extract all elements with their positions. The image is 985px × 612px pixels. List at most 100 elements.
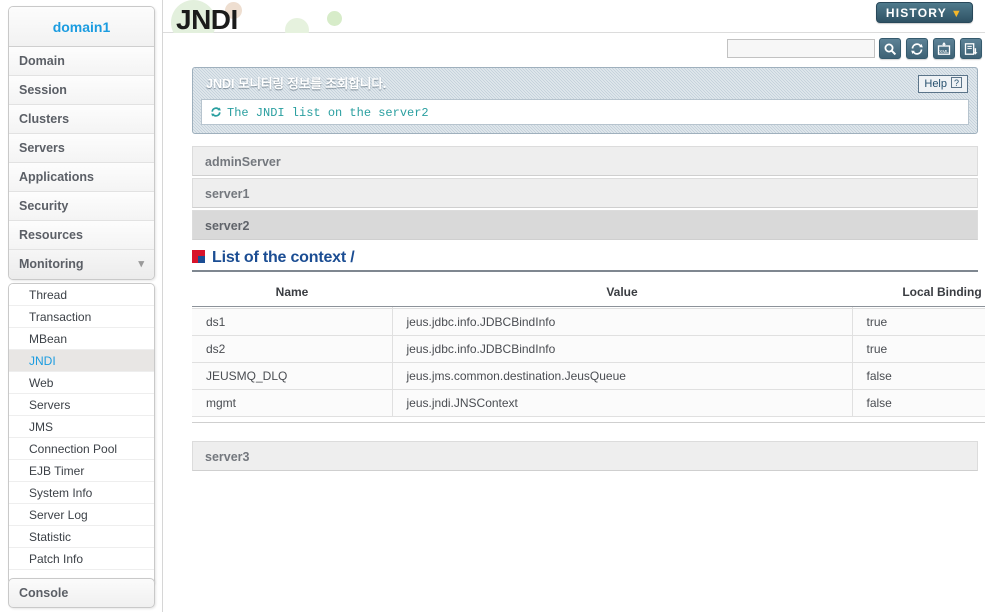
sidebar-subitem-transaction[interactable]: Transaction	[9, 306, 154, 328]
sidebar-item-label: Servers	[19, 141, 65, 155]
section-header-container: List of the context /	[192, 244, 978, 272]
cell-value: jeus.jdbc.info.JDBCBindInfo	[392, 335, 853, 363]
banner-title: JNDI 모니터링 정보를 조회합니다.	[206, 77, 387, 91]
server-row-label: adminServer	[205, 155, 281, 169]
export-button[interactable]	[960, 38, 982, 59]
sidebar-item-label: Applications	[19, 170, 95, 184]
search-input[interactable]	[727, 39, 875, 58]
help-button-label: Help	[924, 78, 947, 90]
table-row[interactable]: mgmt jeus.jndi.JNSContext false	[192, 389, 985, 417]
sidebar-subitem-label: JNDI	[29, 354, 56, 368]
section-title: List of the context /	[212, 249, 355, 266]
toolbar: XML	[163, 33, 985, 63]
refresh-icon	[911, 43, 923, 55]
sidebar-subitem-statistic[interactable]: Statistic	[9, 526, 154, 548]
sidebar-item-label: Session	[19, 83, 67, 97]
sidebar-subitem-jms[interactable]: JMS	[9, 416, 154, 438]
sidebar-item-security[interactable]: Security	[9, 192, 154, 221]
sidebar-subitem-label: Statistic	[29, 530, 72, 544]
question-mark-icon: ?	[951, 77, 962, 88]
cell-name: JEUSMQ_DLQ	[192, 362, 393, 390]
sidebar-subitem-patch-info[interactable]: Patch Info	[9, 548, 154, 570]
server-row-label: server1	[205, 187, 250, 201]
sidebar-item-servers[interactable]: Servers	[9, 134, 154, 163]
cell-name: mgmt	[192, 389, 393, 417]
cell-value: jeus.jms.common.destination.JeusQueue	[392, 362, 853, 390]
sidebar-console-label: Console	[19, 586, 69, 600]
svg-text:XML: XML	[939, 49, 949, 54]
export-icon	[964, 43, 978, 55]
server-row-server2[interactable]: server2	[192, 210, 978, 240]
main-content: JNDI HISTORY ▼ XML JNDI 모니터링 정보를 조회합니다. …	[163, 0, 985, 612]
info-banner: JNDI 모니터링 정보를 조회합니다. Help? The JNDI list…	[192, 67, 978, 134]
sidebar-subitem-label: JMS	[29, 420, 53, 434]
sidebar-item-resources[interactable]: Resources	[9, 221, 154, 250]
sidebar-subitem-label: Servers	[29, 398, 71, 412]
sidebar-item-label: Domain	[19, 54, 65, 68]
sidebar-item-label: Resources	[19, 228, 83, 242]
column-header-value[interactable]: Value	[392, 278, 852, 307]
server-row-adminserver[interactable]: adminServer	[192, 146, 978, 176]
history-button-label: HISTORY	[885, 6, 947, 20]
sidebar-subitem-label: EJB Timer	[29, 464, 85, 478]
refresh-button[interactable]	[906, 38, 928, 59]
sidebar-item-clusters[interactable]: Clusters	[9, 105, 154, 134]
context-square-icon	[192, 250, 205, 263]
sidebar-subitem-mbean[interactable]: MBean	[9, 328, 154, 350]
decorative-circle-small	[327, 11, 342, 26]
cell-local-binding: true	[852, 335, 985, 363]
sidebar-item-label: Security	[19, 199, 69, 213]
cell-value: jeus.jdbc.info.JDBCBindInfo	[392, 308, 853, 336]
xml-export-icon: XML	[937, 42, 951, 55]
column-header-name[interactable]: Name	[192, 278, 392, 307]
sidebar-subitem-connection-pool[interactable]: Connection Pool	[9, 438, 154, 460]
sidebar-item-monitoring[interactable]: Monitoring ▾	[9, 250, 154, 279]
sidebar-item-domain[interactable]: Domain	[9, 47, 154, 76]
sidebar-subitem-label: System Info	[29, 486, 93, 500]
cell-name: ds2	[192, 335, 393, 363]
cell-local-binding: false	[852, 389, 985, 417]
sidebar-subitem-jndi[interactable]: JNDI	[9, 350, 154, 372]
sidebar-subitem-label: Web	[29, 376, 54, 390]
table-header-row: Name Value Local Binding	[192, 278, 985, 307]
chevron-down-icon: ▼	[950, 8, 963, 20]
section-header: List of the context /	[192, 244, 978, 272]
sidebar-item-applications[interactable]: Applications	[9, 163, 154, 192]
search-icon	[884, 43, 897, 56]
page-header: JNDI HISTORY ▼	[163, 0, 985, 45]
chevron-down-icon: ▾	[138, 258, 144, 270]
sidebar-submenu-panel: Thread Transaction MBean JNDI Web Server…	[8, 283, 155, 585]
sidebar-item-console[interactable]: Console	[9, 579, 154, 607]
table-row[interactable]: JEUSMQ_DLQ jeus.jms.common.destination.J…	[192, 362, 985, 390]
sidebar-console-panel: Console	[8, 578, 155, 608]
sidebar-subitem-system-info[interactable]: System Info	[9, 482, 154, 504]
sidebar-item-session[interactable]: Session	[9, 76, 154, 105]
search-button[interactable]	[879, 38, 901, 59]
cell-name: ds1	[192, 308, 393, 336]
sidebar-subitem-servers[interactable]: Servers	[9, 394, 154, 416]
sidebar-subitem-label: MBean	[29, 332, 68, 346]
sidebar-subitem-label: Server Log	[29, 508, 88, 522]
server-row-server3[interactable]: server3	[192, 441, 978, 471]
help-button[interactable]: Help?	[918, 75, 968, 93]
sidebar-subitem-thread[interactable]: Thread	[9, 284, 154, 306]
table-row[interactable]: ds1 jeus.jdbc.info.JDBCBindInfo true	[192, 308, 985, 336]
sidebar-subitem-label: Patch Info	[29, 552, 84, 566]
sidebar-item-label: Clusters	[19, 112, 70, 126]
cell-local-binding: true	[852, 308, 985, 336]
banner-message-box: The JNDI list on the server2	[201, 99, 969, 125]
xml-export-button[interactable]: XML	[933, 38, 955, 59]
sidebar-subitem-web[interactable]: Web	[9, 372, 154, 394]
server-row-server1[interactable]: server1	[192, 178, 978, 208]
sidebar-subitem-server-log[interactable]: Server Log	[9, 504, 154, 526]
sidebar-subitem-label: Thread	[29, 288, 68, 302]
sidebar-subitem-label: Connection Pool	[29, 442, 118, 456]
cell-value: jeus.jndi.JNSContext	[392, 389, 853, 417]
table-row[interactable]: ds2 jeus.jdbc.info.JDBCBindInfo true	[192, 335, 985, 363]
table-bottom-rule	[192, 422, 985, 423]
history-button[interactable]: HISTORY ▼	[875, 2, 973, 23]
column-header-local-binding[interactable]: Local Binding	[852, 278, 985, 307]
sidebar-subitem-ejb-timer[interactable]: EJB Timer	[9, 460, 154, 482]
refresh-icon	[210, 102, 222, 128]
sidebar-subitem-label: Transaction	[29, 310, 92, 324]
